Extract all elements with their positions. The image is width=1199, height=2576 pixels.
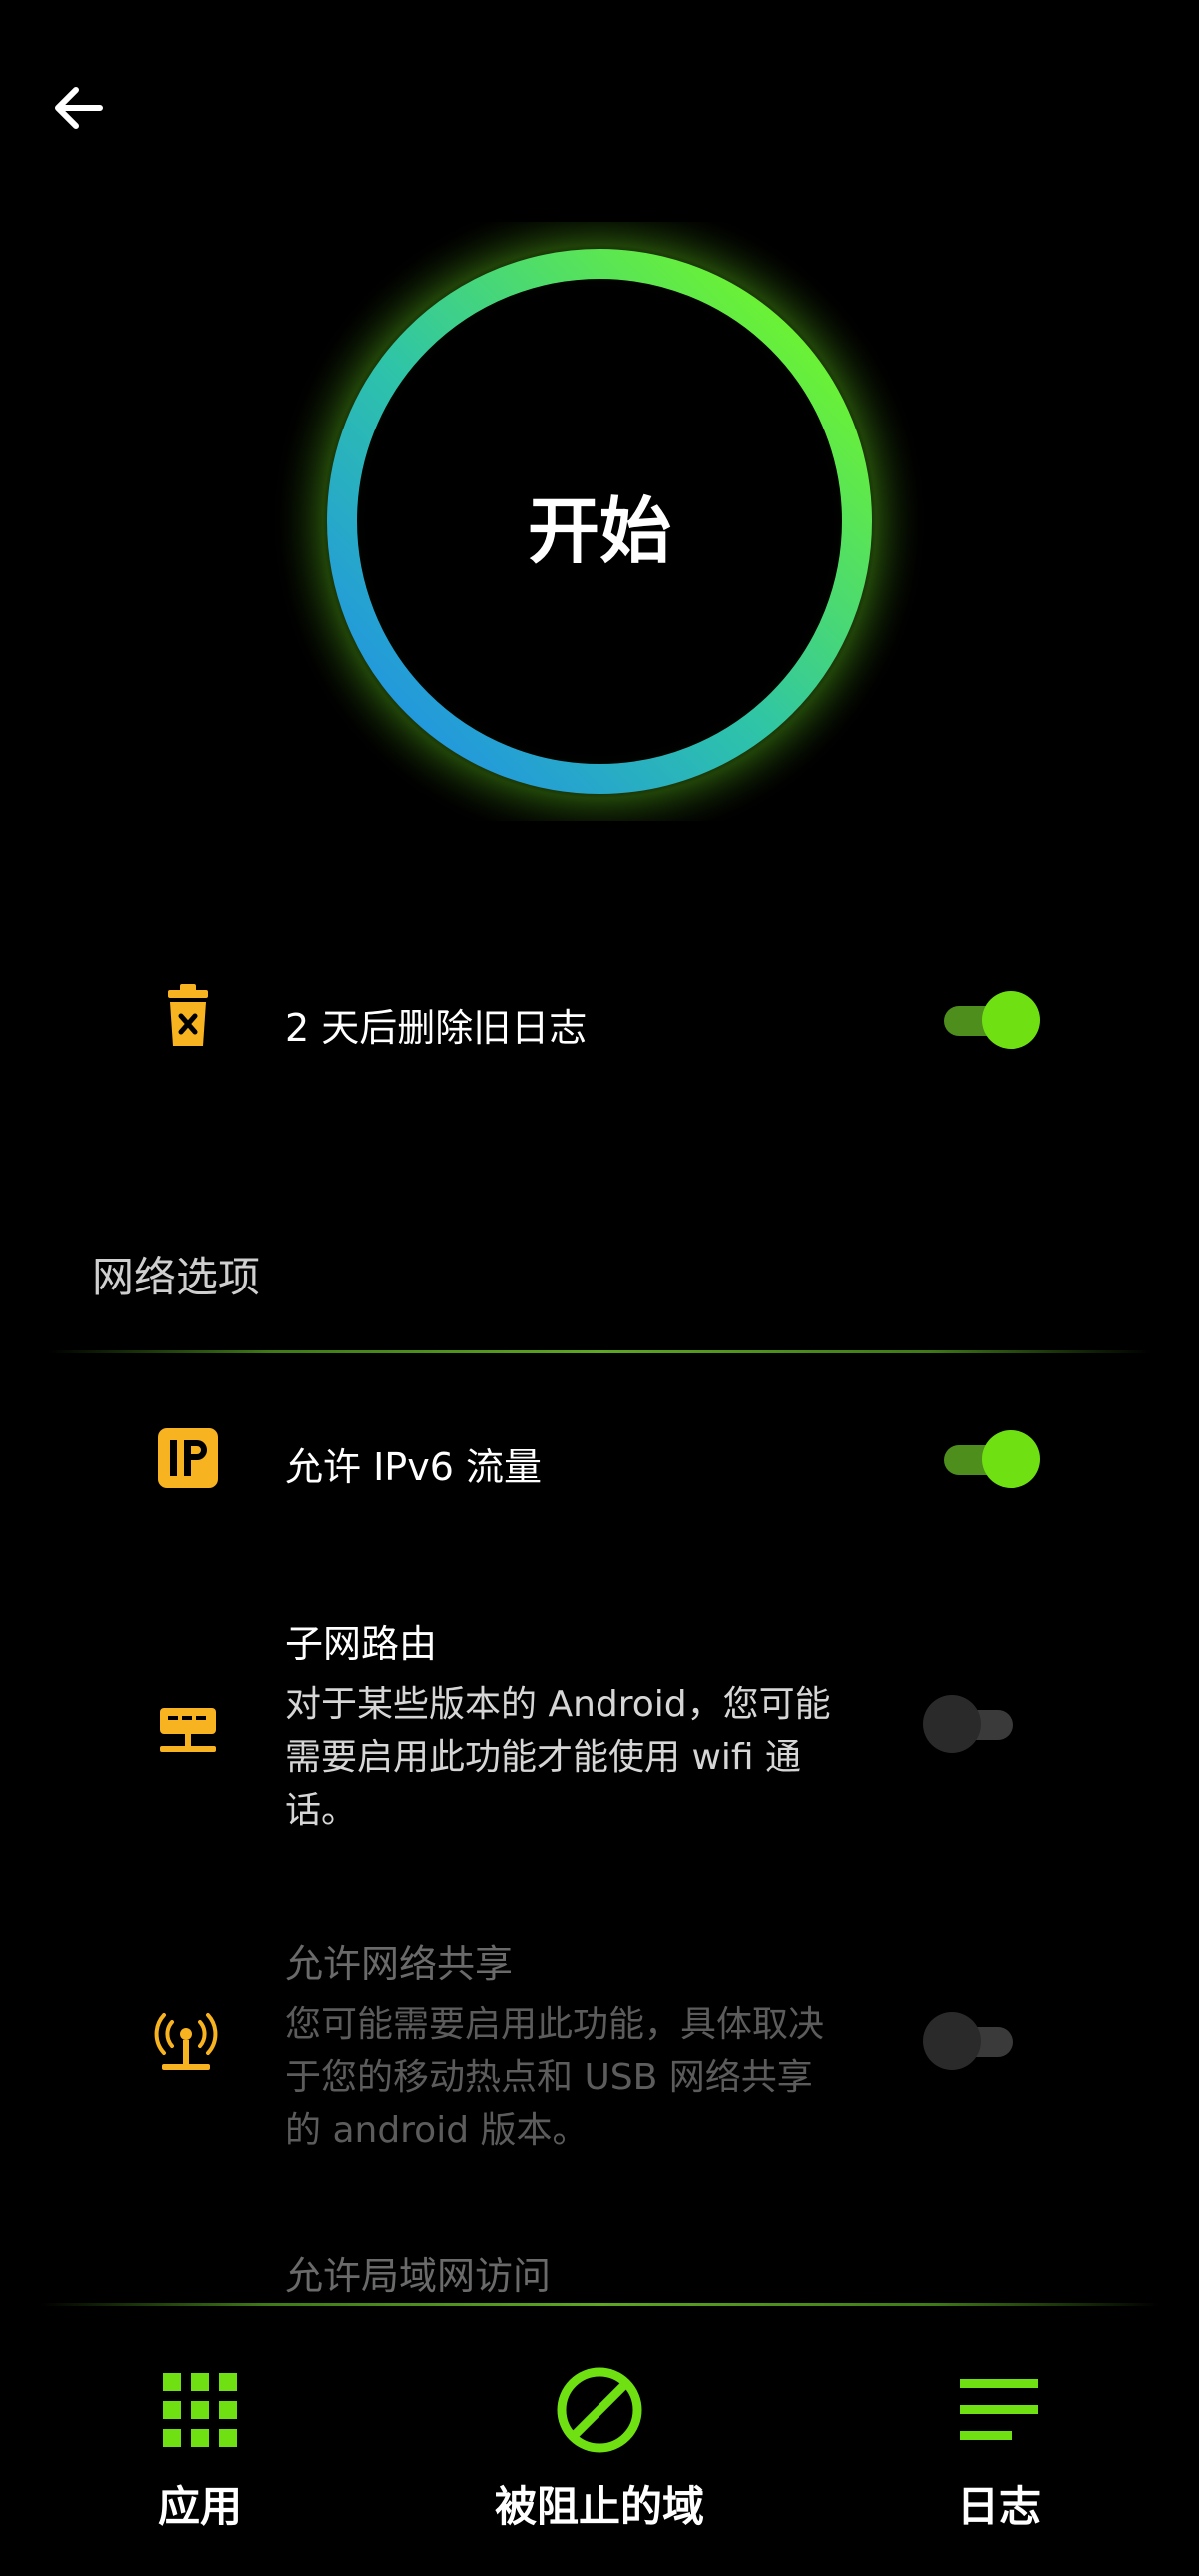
ipv6-row[interactable]: 允许 IPv6 流量 [0,1398,1199,1518]
toggle-thumb [923,1695,981,1753]
section-header-network: 网络选项 [92,1253,261,1301]
ipv6-title: 允许 IPv6 流量 [285,1445,542,1489]
nav-item-blocked-domains[interactable]: 被阻止的域 [460,2337,739,2537]
ipv6-toggle[interactable] [940,1428,1040,1488]
logs-lines-icon [960,2379,1038,2440]
block-icon [557,2367,642,2453]
start-button[interactable] [330,255,869,794]
tethering-row[interactable]: 允许网络共享 您可能需要启用此功能，具体取决 于您的移动热点和 USB 网络共享… [0,1918,1199,2167]
subnet-routing-desc: 对于某些版本的 Android，您可能 需要启用此功能才能使用 wifi 通 话… [285,1678,904,1837]
desc-line: 话。 [285,1790,358,1831]
nav-label-logs: 日志 [956,2482,1041,2531]
bottom-nav-divider [40,2303,1159,2306]
desc-line: 的 android 版本。 [285,2110,589,2150]
back-button[interactable] [48,78,128,140]
router-icon [160,1708,216,1752]
nav-item-logs[interactable]: 日志 [899,2337,1099,2537]
arrow-left-icon [55,87,103,129]
nav-item-apps[interactable]: 应用 [100,2337,300,2537]
toggle-thumb [982,1430,1040,1488]
toggle-thumb [923,2012,981,2070]
tethering-title: 允许网络共享 [285,1942,514,1986]
tethering-toggle[interactable] [923,2010,1029,2070]
nav-label-blocked-domains: 被阻止的域 [494,2482,704,2531]
desc-line: 对于某些版本的 Android，您可能 [285,1684,831,1725]
log-retention-row[interactable]: 2 天后删除旧日志 [0,959,1199,1079]
desc-line: 您可能需要启用此功能，具体取决 [285,2004,825,2045]
toggle-thumb [982,991,1040,1049]
subnet-routing-row[interactable]: 子网路由 对于某些版本的 Android，您可能 需要启用此功能才能使用 wif… [0,1598,1199,1848]
tethering-desc: 您可能需要启用此功能，具体取决 于您的移动热点和 USB 网络共享 的 andr… [285,1998,904,2156]
log-retention-title: 2 天后删除旧日志 [285,1006,588,1050]
log-retention-toggle[interactable] [940,989,1040,1049]
subnet-routing-toggle[interactable] [923,1693,1029,1753]
subnet-routing-title: 子网路由 [285,1622,438,1666]
desc-line: 需要启用此功能才能使用 wifi 通 [285,1737,802,1778]
nav-label-apps: 应用 [157,2482,242,2531]
hotspot-icon [154,2013,218,2070]
section-divider [48,1350,1151,1353]
desc-line: 于您的移动热点和 USB 网络共享 [285,2057,813,2098]
trash-icon [168,984,208,1046]
lan-access-title: 允许局域网访问 [285,2254,552,2298]
ip-icon [158,1428,218,1488]
apps-grid-icon [163,2373,237,2447]
